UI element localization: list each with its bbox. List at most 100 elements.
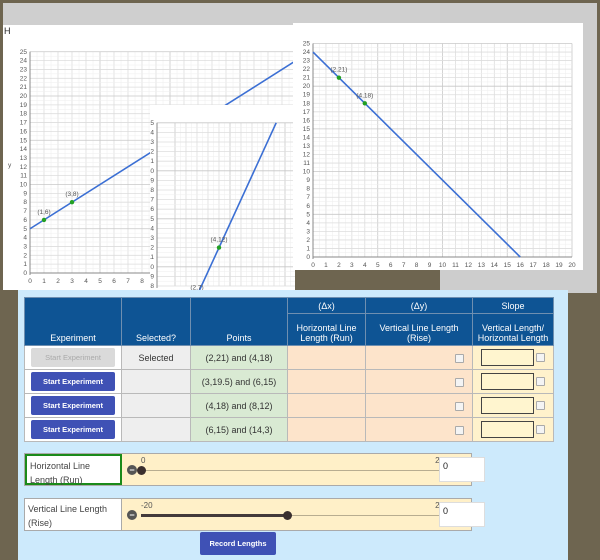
x-tick-label: 7 (126, 278, 130, 285)
x-tick-label: 13 (478, 262, 486, 269)
slope-input[interactable] (480, 397, 534, 414)
run-value-input[interactable]: 0 (439, 457, 485, 482)
rise-checkbox[interactable] (455, 377, 464, 387)
rise-cell (365, 393, 473, 418)
y-tick-label: 13 (303, 143, 311, 150)
rise-checkbox[interactable] (455, 401, 464, 411)
slider-thumb[interactable] (283, 511, 292, 520)
run-slider[interactable]: − 0 20 + 0 (122, 454, 485, 485)
graph-2: 89101112131415161718192021222324250(4,12… (147, 105, 295, 290)
slope-input[interactable] (480, 373, 534, 390)
selected-cell (121, 393, 191, 418)
y-tick-label: 2 (23, 252, 27, 259)
minus-icon[interactable]: − (127, 510, 137, 520)
x-tick-label: 2 (337, 262, 341, 269)
y-tick-label: 21 (147, 158, 155, 165)
rise-checkbox[interactable] (455, 353, 464, 363)
header-experiment: Experiment (24, 297, 122, 346)
y-tick-label: 19 (303, 92, 311, 99)
y-tick-label: 10 (303, 169, 311, 176)
experiment-cell: Start Experiment (24, 345, 122, 370)
y-tick-label: 17 (303, 109, 311, 116)
experiment-cell: Start Experiment (24, 393, 122, 418)
run-slider-label: Horizontal Line Length (Run) (25, 454, 122, 485)
y-tick-label: 0 (23, 270, 27, 277)
x-tick-label: 5 (98, 278, 102, 285)
y-tick-label: 15 (20, 137, 28, 144)
x-tick-label: 1 (42, 278, 46, 285)
experiment-cell: Start Experiment (24, 417, 122, 442)
slope-cell (472, 393, 554, 418)
y-tick-label: 13 (20, 155, 28, 162)
y-tick-label: 8 (150, 283, 154, 290)
x-tick-label: 2 (56, 278, 60, 285)
y-tick-label: 12 (303, 152, 311, 159)
rise-checkbox[interactable] (455, 425, 464, 435)
data-point (336, 75, 342, 80)
y-tick-label: 15 (147, 216, 155, 223)
slope-checkbox[interactable] (536, 401, 546, 410)
x-tick-label: 18 (542, 262, 550, 269)
rise-value-input[interactable]: 0 (439, 502, 485, 527)
header-dx: (Δx) (287, 297, 366, 314)
header-slope: Slope (472, 297, 554, 314)
start-experiment-button[interactable]: Start Experiment (31, 420, 115, 439)
x-tick-label: 0 (311, 262, 315, 269)
header-slope-sub: Vertical Length/ Horizontal Length (472, 313, 554, 346)
slope-cell (472, 345, 554, 370)
y-tick-label: 7 (306, 194, 310, 201)
y-tick-label: 18 (20, 111, 28, 118)
y-tick-label: 0 (306, 254, 310, 261)
data-point (41, 217, 47, 223)
x-tick-label: 19 (555, 262, 563, 269)
x-tick-label: 0 (28, 278, 32, 285)
record-lengths-button[interactable]: Record Lengths (200, 532, 276, 555)
run-cell (287, 345, 366, 370)
y-tick-label: 10 (147, 264, 155, 271)
rise-slider[interactable]: − -20 20 + 0 (122, 499, 485, 530)
y-tick-label: 11 (303, 160, 310, 167)
x-tick-label: 11 (452, 262, 459, 269)
header-rise: Vertical Line Length (Rise) (365, 313, 473, 346)
rise-cell (365, 417, 473, 442)
selected-cell (121, 417, 191, 442)
slope-checkbox[interactable] (536, 377, 546, 386)
minus-icon[interactable]: − (127, 465, 137, 475)
x-tick-label: 4 (84, 278, 88, 285)
header-points: Points (190, 297, 288, 346)
y-tick-label: 7 (23, 208, 27, 215)
start-experiment-button[interactable]: Start Experiment (31, 372, 115, 391)
slope-checkbox[interactable] (536, 425, 546, 434)
slope-checkbox[interactable] (536, 353, 546, 362)
y-tick-label: 10 (20, 182, 28, 189)
slider-thumb[interactable] (137, 466, 146, 475)
point-label: (4,18) (356, 92, 373, 99)
data-point (69, 200, 75, 205)
slider-fill (141, 514, 287, 517)
x-tick-label: 8 (415, 262, 419, 269)
x-tick-label: 5 (376, 262, 380, 269)
y-tick-label: 9 (306, 177, 310, 184)
data-point (362, 101, 367, 106)
y-tick-label: 22 (20, 75, 28, 82)
start-experiment-button[interactable]: Start Experiment (31, 348, 115, 367)
x-tick-label: 14 (491, 262, 499, 269)
x-tick-label: 17 (530, 262, 538, 269)
point-label: (1,6) (37, 209, 50, 216)
y-tick-label: 6 (306, 203, 310, 210)
run-cell (287, 417, 366, 442)
graph-3: 0123456789101112131415161718192021222324… (293, 23, 583, 270)
y-tick-label: 5 (306, 211, 310, 218)
y-tick-label: 24 (303, 49, 311, 56)
y-tick-label: 21 (303, 75, 311, 82)
slope-input[interactable] (480, 421, 534, 438)
start-experiment-button[interactable]: Start Experiment (31, 396, 115, 415)
y-tick-label: 24 (147, 129, 155, 136)
x-tick-label: 3 (70, 278, 74, 285)
y-tick-label: 12 (147, 245, 155, 252)
y-tick-label: 22 (303, 66, 311, 73)
slope-input[interactable] (480, 349, 534, 366)
table-row: Start Experiment (6,15) and (14,3) (24, 417, 554, 442)
slope-cell (472, 369, 554, 394)
x-tick-label: 4 (363, 262, 367, 269)
